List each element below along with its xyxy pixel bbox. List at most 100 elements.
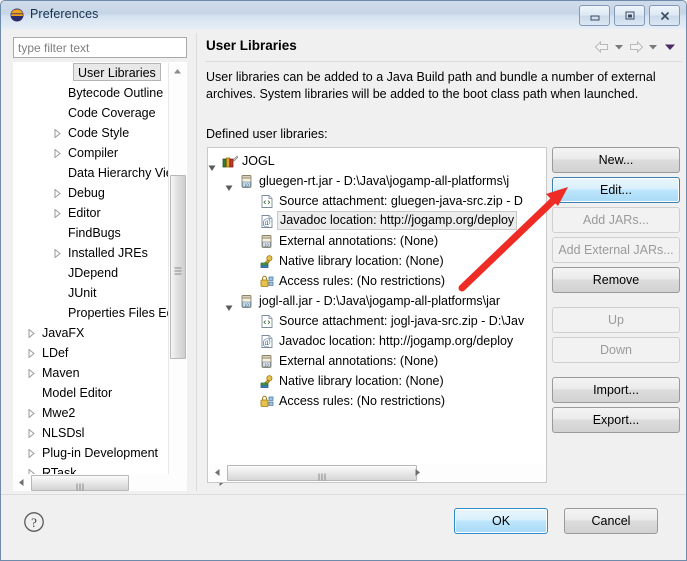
library-tree-row[interactable]: @ Javadoc location: http://jogamp.org/dep… xyxy=(208,211,546,231)
sidebar-item-nlsdsl[interactable]: NLSDsl xyxy=(14,423,169,443)
expand-arrow-icon[interactable] xyxy=(24,363,38,383)
svg-text:@: @ xyxy=(262,337,270,347)
sidebar-item-data-hierarchy-vie[interactable]: Data Hierarchy Vie xyxy=(14,163,169,183)
svg-text:@: @ xyxy=(262,217,270,227)
library-tree-row-label: Source attachment: gluegen-java-src.zip … xyxy=(279,194,523,208)
native-library-icon xyxy=(259,374,275,389)
library-tree-row-label: JOGL xyxy=(242,154,275,168)
close-button[interactable] xyxy=(649,5,680,26)
preferences-dialog: Preferences type filter text User Librar… xyxy=(0,0,687,561)
sidebar-item-javafx[interactable]: JavaFX xyxy=(14,323,169,343)
sidebar-item-junit[interactable]: JUnit xyxy=(14,283,169,303)
library-tree-row[interactable]: Native library location: (None) xyxy=(208,371,546,391)
library-tree-row[interactable]: Access rules: (No restrictions) xyxy=(208,271,546,291)
maximize-button[interactable] xyxy=(614,5,645,26)
hscroll-thumb[interactable] xyxy=(227,465,417,481)
library-tree-row-label: Access rules: (No restrictions) xyxy=(279,274,446,288)
edit-button[interactable]: Edit... xyxy=(552,177,680,203)
library-tree-row[interactable]: 10 External annotations: (None) xyxy=(208,231,546,251)
help-icon[interactable]: ? xyxy=(23,511,45,533)
source-icon xyxy=(259,314,275,329)
sidebar-item-mwe2[interactable]: Mwe2 xyxy=(14,403,169,423)
preference-tree-hscrollbar[interactable] xyxy=(13,474,224,491)
library-tree-row-label: External annotations: (None) xyxy=(279,354,439,368)
library-tree-row[interactable]: Native library location: (None) xyxy=(208,251,546,271)
expand-arrow-icon[interactable] xyxy=(50,143,64,163)
expand-arrow-icon[interactable] xyxy=(50,123,64,143)
sidebar-item-user-libraries[interactable]: User Libraries xyxy=(14,63,169,83)
expand-arrow-icon[interactable] xyxy=(24,443,38,463)
sidebar-item-installed-jres[interactable]: Installed JREs xyxy=(14,243,169,263)
hscroll-thumb[interactable] xyxy=(31,475,129,491)
expand-arrow-icon[interactable] xyxy=(24,343,38,363)
search-input[interactable]: type filter text xyxy=(13,37,187,58)
library-tree-row-label: Javadoc location: http://jogamp.org/depl… xyxy=(279,334,514,348)
sidebar-item-editor[interactable]: Editor xyxy=(14,203,169,223)
sidebar-item-label: Model Editor xyxy=(42,386,113,400)
sidebar-item-code-style[interactable]: Code Style xyxy=(14,123,169,143)
library-tree-row[interactable]: Source attachment: gluegen-java-src.zip … xyxy=(208,191,546,211)
page-title: User Libraries xyxy=(206,38,297,53)
sidebar-item-jdepend[interactable]: JDepend xyxy=(14,263,169,283)
jar-icon: 10 xyxy=(239,294,255,309)
library-action-buttons: New... Edit... Add JARs... Add External JAR… xyxy=(552,147,681,437)
eclipse-icon xyxy=(10,8,24,22)
export-button[interactable]: Export... xyxy=(552,407,680,433)
expand-arrow-icon[interactable] xyxy=(24,403,38,423)
library-tree-row[interactable]: Source attachment: jogl-java-src.zip - D… xyxy=(208,311,546,331)
scroll-left-button[interactable] xyxy=(13,474,30,491)
dialog-footer: ? OK Cancel xyxy=(1,494,686,560)
expand-arrow-icon[interactable] xyxy=(50,183,64,203)
sidebar-item-ldef[interactable]: LDef xyxy=(14,343,169,363)
down-button: Down xyxy=(552,337,680,363)
sidebar-item-debug[interactable]: Debug xyxy=(14,183,169,203)
remove-button[interactable]: Remove xyxy=(552,267,680,293)
user-libraries-tree[interactable]: JOGL 10 gluegen-rt.jar - D:\Java\jogamp-al… xyxy=(207,147,547,483)
library-tree-row[interactable]: 10 jogl-all.jar - D:\Java\jogamp-all-plat… xyxy=(208,291,546,311)
sidebar-item-label: Debug xyxy=(68,186,105,200)
new-button[interactable]: New... xyxy=(552,147,680,173)
svg-text:10: 10 xyxy=(264,362,269,367)
library-tree-row[interactable]: @ Javadoc location: http://jogamp.org/dep… xyxy=(208,331,546,351)
back-arrow-icon[interactable] xyxy=(593,39,610,55)
expand-arrow-icon[interactable] xyxy=(24,423,38,443)
sidebar-item-label: Code Coverage xyxy=(68,106,156,120)
expand-arrow-icon[interactable] xyxy=(24,323,38,343)
sidebar-item-plug-in-development[interactable]: Plug-in Development xyxy=(14,443,169,463)
scroll-up-button[interactable] xyxy=(169,63,186,80)
forward-dropdown-icon[interactable] xyxy=(644,39,661,55)
expand-arrow-icon[interactable] xyxy=(50,203,64,223)
preference-tree-vscrollbar[interactable] xyxy=(168,63,186,486)
scroll-right-button[interactable] xyxy=(409,464,426,481)
sidebar-item-maven[interactable]: Maven xyxy=(14,363,169,383)
library-tree-row-label: gluegen-rt.jar - D:\Java\jogamp-all-plat… xyxy=(259,174,510,188)
sidebar-item-findbugs[interactable]: FindBugs xyxy=(14,223,169,243)
forward-arrow-icon[interactable] xyxy=(627,39,644,55)
scroll-left-button[interactable] xyxy=(209,464,226,481)
window-controls xyxy=(579,5,680,26)
import-button[interactable]: Import... xyxy=(552,377,680,403)
jar-icon: 10 xyxy=(239,174,255,189)
scroll-thumb[interactable] xyxy=(170,175,186,359)
sidebar-item-compiler[interactable]: Compiler xyxy=(14,143,169,163)
user-libraries-hscrollbar[interactable] xyxy=(209,464,545,481)
sidebar-item-bytecode-outline[interactable]: Bytecode Outline xyxy=(14,83,169,103)
back-dropdown-icon[interactable] xyxy=(610,39,627,55)
sidebar-item-model-editor[interactable]: Model Editor xyxy=(14,383,169,403)
library-tree-row[interactable]: 10 External annotations: (None) xyxy=(208,351,546,371)
sidebar-item-label: Mwe2 xyxy=(42,406,76,420)
sidebar-item-label: NLSDsl xyxy=(42,426,85,440)
cancel-button[interactable]: Cancel xyxy=(564,508,658,534)
sidebar-item-properties-files-ed[interactable]: Properties Files Ed xyxy=(14,303,169,323)
menu-dropdown-icon[interactable] xyxy=(661,39,678,55)
minimize-button[interactable] xyxy=(579,5,610,26)
sidebar-item-code-coverage[interactable]: Code Coverage xyxy=(14,103,169,123)
expand-arrow-icon[interactable] xyxy=(50,243,64,263)
library-tree-row[interactable]: JOGL xyxy=(208,151,546,171)
preference-tree[interactable]: User Libraries Bytecode Outline Code Cover… xyxy=(13,62,187,487)
ok-button[interactable]: OK xyxy=(454,508,548,534)
library-tree-row[interactable]: Access rules: (No restrictions) xyxy=(208,391,546,411)
library-tree-row[interactable]: 10 gluegen-rt.jar - D:\Java\jogamp-all-pl… xyxy=(208,171,546,191)
library-tree-row-label: Access rules: (No restrictions) xyxy=(279,394,446,408)
window-title: Preferences xyxy=(30,7,99,21)
